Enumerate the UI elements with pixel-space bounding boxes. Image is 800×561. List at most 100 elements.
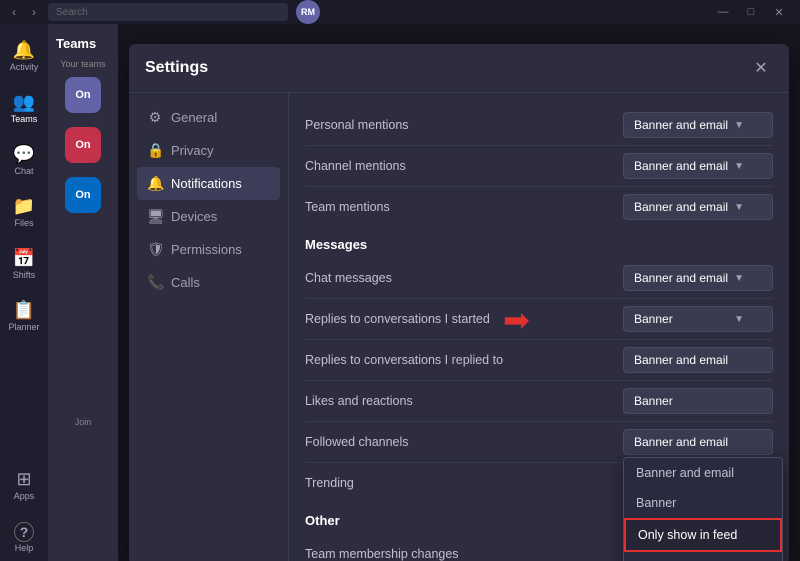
close-window-button[interactable]: ✕ <box>766 2 792 22</box>
team-avatar-2[interactable]: On <box>65 127 101 163</box>
notif-select-replies-started[interactable]: Banner ▼ <box>623 306 773 332</box>
notif-value-replies-replied: Banner and email <box>634 353 728 367</box>
notif-select-channel-mentions[interactable]: Banner and email ▼ <box>623 153 773 179</box>
notif-select-likes-reactions[interactable]: Banner <box>623 388 773 414</box>
notif-row-chat-messages: Chat messages Banner and email ▼ <box>305 258 773 299</box>
permissions-icon: 🛡 <box>147 241 163 258</box>
notif-select-team-mentions[interactable]: Banner and email ▼ <box>623 194 773 220</box>
notif-value-followed-channels: Banner and email <box>634 435 728 449</box>
sidebar-item-files[interactable]: 📁 Files <box>4 188 44 236</box>
activity-label: Activity <box>10 63 39 72</box>
notif-label-trending: Trending <box>305 476 623 490</box>
nav-label-calls: Calls <box>171 275 200 290</box>
forward-button[interactable]: › <box>28 5 40 19</box>
modal-body: ⚙ General 🔒 Privacy 🔔 Notifications <box>129 93 789 561</box>
dropdown-item-off[interactable]: Off <box>624 552 782 561</box>
modal-title: Settings <box>145 59 208 77</box>
dropdown-item-only-feed[interactable]: Only show in feed <box>624 518 782 552</box>
notif-select-followed-channels[interactable]: Banner and email Banner and email Banner… <box>623 429 773 455</box>
modal-header: Settings ✕ <box>129 44 789 93</box>
chevron-replies-started: ▼ <box>734 314 744 325</box>
notif-value-replies-started: Banner <box>634 312 673 326</box>
search-bar[interactable]: Search <box>48 3 288 21</box>
shifts-icon: 📅 <box>13 248 35 269</box>
your-teams-label: Your teams <box>52 59 114 69</box>
maximize-button[interactable]: □ <box>738 2 764 22</box>
notif-select-btn-replies-replied[interactable]: Banner and email <box>623 347 773 373</box>
notif-select-btn-personal-mentions[interactable]: Banner and email ▼ <box>623 112 773 138</box>
devices-icon: 🖥 <box>147 208 163 225</box>
nav-item-notifications[interactable]: 🔔 Notifications <box>137 167 280 200</box>
window-controls: — □ ✕ <box>710 2 792 22</box>
notif-row-replies-replied: Replies to conversations I replied to Ba… <box>305 340 773 381</box>
notif-select-replies-replied[interactable]: Banner and email <box>623 347 773 373</box>
notif-label-team-membership: Team membership changes <box>305 547 623 561</box>
sidebar-item-apps[interactable]: ⊞ Apps <box>4 461 44 509</box>
join-team-label[interactable]: Join <box>52 417 114 427</box>
messages-section-header: Messages <box>305 227 773 258</box>
privacy-icon: 🔒 <box>147 142 163 159</box>
notif-row-followed-channels: Followed channels Banner and email Banne… <box>305 422 773 463</box>
user-avatar-top[interactable]: RM <box>296 0 320 24</box>
notif-label-personal-mentions: Personal mentions <box>305 118 623 132</box>
notif-select-btn-team-mentions[interactable]: Banner and email ▼ <box>623 194 773 220</box>
notif-select-btn-chat-messages[interactable]: Banner and email ▼ <box>623 265 773 291</box>
nav-label-notifications: Notifications <box>171 176 242 191</box>
team-avatar-1[interactable]: On <box>65 77 101 113</box>
notif-select-btn-replies-started[interactable]: Banner ▼ <box>623 306 773 332</box>
team-avatar-3[interactable]: On <box>65 177 101 213</box>
teams-list: On On On <box>52 73 114 217</box>
notif-label-team-mentions: Team mentions <box>305 200 623 214</box>
notif-select-btn-likes-reactions[interactable]: Banner <box>623 388 773 414</box>
sidebar-item-chat[interactable]: 💬 Chat <box>4 136 44 184</box>
notif-select-personal-mentions[interactable]: Banner and email ▼ <box>623 112 773 138</box>
general-icon: ⚙ <box>147 109 163 126</box>
nav-label-permissions: Permissions <box>171 242 242 257</box>
sidebar-item-help[interactable]: ? Help <box>4 513 44 561</box>
minimize-button[interactable]: — <box>710 2 736 22</box>
teams-app: ‹ › Search RM — □ ✕ 🔔 Activity 👥 Teams 💬… <box>0 0 800 561</box>
teams-label: Teams <box>11 115 38 124</box>
notif-row-replies-started: Replies to conversations I started Banne… <box>305 299 773 340</box>
main-content: owing... sig... not... <box>118 24 800 561</box>
dropdown-item-banner-email[interactable]: Banner and email <box>624 458 782 488</box>
notif-select-btn-followed-channels[interactable]: Banner and email <box>623 429 773 455</box>
nav-item-general[interactable]: ⚙ General <box>137 101 280 134</box>
settings-sidebar: ⚙ General 🔒 Privacy 🔔 Notifications <box>129 93 289 561</box>
nav-item-devices[interactable]: 🖥 Devices <box>137 200 280 233</box>
nav-item-privacy[interactable]: 🔒 Privacy <box>137 134 280 167</box>
teams-panel: Teams Your teams On On On Join <box>48 24 118 561</box>
planner-icon: 📋 <box>13 300 35 321</box>
nav-label-general: General <box>171 110 217 125</box>
calls-icon: 📞 <box>147 274 163 291</box>
sidebar-item-teams[interactable]: 👥 Teams <box>4 84 44 132</box>
notif-select-btn-channel-mentions[interactable]: Banner and email ▼ <box>623 153 773 179</box>
chat-label: Chat <box>14 167 33 176</box>
chevron-personal-mentions: ▼ <box>734 120 744 131</box>
nav-label-privacy: Privacy <box>171 143 214 158</box>
notif-select-chat-messages[interactable]: Banner and email ▼ <box>623 265 773 291</box>
nav-item-calls[interactable]: 📞 Calls <box>137 266 280 299</box>
nav-item-permissions[interactable]: 🛡 Permissions <box>137 233 280 266</box>
notifications-icon: 🔔 <box>147 175 163 192</box>
sidebar-item-planner[interactable]: 📋 Planner <box>4 292 44 340</box>
modal-close-button[interactable]: ✕ <box>749 56 773 80</box>
notif-row-team-mentions: Team mentions Banner and email ▼ <box>305 187 773 227</box>
notif-value-likes-reactions: Banner <box>634 394 673 408</box>
apps-label: Apps <box>14 492 35 501</box>
chevron-chat-messages: ▼ <box>734 273 744 284</box>
notif-row-personal-mentions: Personal mentions Banner and email ▼ <box>305 105 773 146</box>
followed-channels-dropdown[interactable]: Banner and email Banner Only show in fee… <box>623 457 783 561</box>
help-icon: ? <box>14 522 34 542</box>
back-button[interactable]: ‹ <box>8 5 20 19</box>
apps-icon: ⊞ <box>16 469 31 490</box>
sidebar-item-activity[interactable]: 🔔 Activity <box>4 32 44 80</box>
files-icon: 📁 <box>13 196 35 217</box>
sidebar-item-shifts[interactable]: 📅 Shifts <box>4 240 44 288</box>
help-label: Help <box>15 544 34 553</box>
dropdown-item-banner[interactable]: Banner <box>624 488 782 518</box>
notif-label-followed-channels: Followed channels <box>305 435 623 449</box>
search-placeholder: Search <box>56 7 88 18</box>
notif-value-personal-mentions: Banner and email <box>634 118 728 132</box>
notif-label-replies-started: Replies to conversations I started <box>305 312 623 326</box>
